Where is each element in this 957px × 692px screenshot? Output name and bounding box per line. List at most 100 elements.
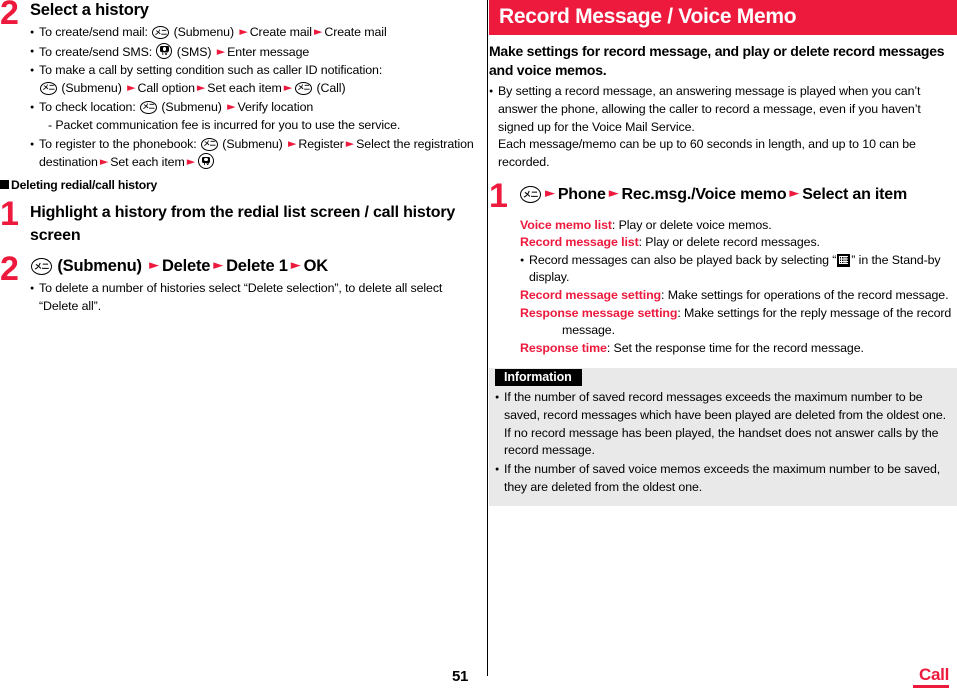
bullet-step-1: Enter message	[227, 44, 310, 59]
submenu-key-icon: メニ	[40, 81, 57, 95]
option-record-message-list: Record message list: Play or delete reco…	[520, 234, 957, 252]
submenu-key-icon: メニ	[295, 81, 313, 95]
page-number: 51	[452, 668, 469, 685]
arrow-icon: ►	[313, 25, 323, 39]
column-divider	[487, 0, 488, 676]
bullet-text-continued: Each message/memo can be up to 60 second…	[498, 137, 916, 169]
arrow-icon: ►	[789, 186, 800, 202]
footer-chapter-bar	[913, 685, 949, 688]
step-number: 1	[489, 177, 508, 216]
step-title: メニ ► Phone ► Rec.msg./Voice memo ► Select an i…	[519, 183, 957, 206]
step-item-2: Delete 1	[226, 257, 288, 276]
bullet-text-prefix: To check location:	[39, 99, 140, 114]
bullet-tail-text: (Call)	[313, 80, 346, 95]
bullet-register-phonebook: To register to the phonebook: メニ (Submen…	[30, 136, 474, 172]
arrow-icon: ►	[290, 258, 301, 274]
arrow-icon: ►	[345, 136, 355, 150]
arrow-icon: ►	[149, 258, 159, 274]
option-desc: : Set the response time for the record m…	[606, 340, 864, 355]
option-desc: : Play or delete record messages.	[638, 235, 820, 250]
step-item-2: Rec.msg./Voice memo	[621, 186, 787, 204]
step2b-bullet-list: To delete a number of histories select “…	[30, 280, 474, 315]
bullet-sub-note: - Packet communication fee is incurred f…	[48, 118, 401, 133]
bullet-text-after-icon: (Submenu)	[218, 136, 287, 151]
camera-tv-key-icon: TV	[156, 42, 173, 59]
submenu-key-icon: メニ	[152, 26, 170, 40]
camera-tv-key-icon: TV	[198, 153, 215, 170]
step-title: Select a history	[30, 1, 149, 19]
option-desc: : Play or delete voice memos.	[611, 217, 772, 232]
arrow-icon: ►	[127, 80, 136, 94]
arrow-icon: ►	[186, 155, 196, 169]
step-number: 2	[0, 0, 19, 32]
section-title-bar: Record Message / Voice Memo	[489, 0, 957, 36]
bullet-text-prefix: To register to the phonebook:	[39, 136, 200, 151]
footer-chapter-tab: Call	[913, 666, 949, 688]
information-box: Information If the number of saved recor…	[489, 368, 957, 507]
bullet-step-1: Register	[298, 136, 344, 151]
step-number: 1	[0, 194, 19, 233]
bullet-create-send-mail: To create/send mail: メニ (Submenu) ►Creat…	[30, 24, 474, 42]
information-item: If the number of saved voice memos excee…	[495, 461, 949, 496]
footer-chapter-label: Call	[919, 665, 949, 684]
bullet-step-2: Set each item	[207, 80, 282, 95]
section-lead-text: Make settings for record message, and pl…	[489, 43, 945, 78]
arrow-icon: ►	[196, 80, 206, 94]
section-lead-bullets: By setting a record message, an answerin…	[489, 83, 957, 171]
bullet-delete-options: To delete a number of histories select “…	[30, 280, 474, 315]
arrow-icon: ►	[213, 258, 224, 274]
step2-bullet-list: To create/send mail: メニ (Submenu) ►Creat…	[30, 24, 474, 172]
arrow-icon: ►	[283, 80, 293, 94]
step-item-1: Phone	[557, 186, 606, 204]
bullet-text-after-icon: (Submenu)	[58, 80, 126, 95]
bullet-step-3: Set each item	[110, 155, 185, 170]
submenu-key-icon: メニ	[200, 137, 218, 151]
option-record-message-setting: Record message setting: Make settings fo…	[520, 287, 957, 305]
option-response-message-setting: Response message setting: Make settings …	[520, 305, 957, 340]
step-record-message-path: 1 メニ ► Phone ► Rec.msg./Voice memo ► Select an…	[489, 179, 957, 213]
option-name: Response time	[520, 340, 607, 355]
bullet-check-location: To check location: メニ (Submenu) ►Verify …	[30, 99, 474, 135]
option-response-time: Response time: Set the response time for…	[520, 340, 957, 358]
bullet-record-message-intro: By setting a record message, an answerin…	[489, 83, 957, 171]
note-text-before-icon: Record messages can also be played back …	[529, 252, 837, 267]
black-square-icon	[0, 180, 9, 190]
manual-page: 2 Select a history To create/send mail: …	[0, 0, 957, 692]
submenu-key-icon: メニ	[140, 100, 158, 114]
submenu-key-icon: メニ	[520, 186, 541, 204]
bullet-text: By setting a record message, an answerin…	[498, 84, 921, 134]
right-column: Record Message / Voice Memo Make setting…	[489, 0, 957, 650]
bullet-text-prefix: To create/send SMS:	[39, 44, 156, 59]
arrow-icon: ►	[288, 136, 297, 150]
option-name: Response message setting	[520, 305, 678, 320]
bullet-text-after-icon: (SMS)	[173, 44, 215, 59]
bullet-step-2: Create mail	[324, 25, 387, 40]
bullet-text-after-icon: (Submenu)	[158, 99, 226, 114]
step-lead-text: (Submenu)	[53, 257, 147, 276]
option-desc: : Make settings for operations of the re…	[661, 288, 949, 303]
arrow-icon: ►	[227, 99, 236, 113]
submenu-key-icon: メニ	[31, 258, 52, 276]
step-delete-history: 2 メニ (Submenu) ►Delete►Delete 1►OK To de…	[0, 252, 474, 315]
option-name: Record message setting	[520, 288, 662, 303]
bullet-make-call-condition: To make a call by setting condition such…	[30, 62, 474, 97]
subheading-label: Deleting redial/call history	[11, 177, 158, 192]
step-highlight-history: 1 Highlight a history from the redial li…	[0, 197, 474, 247]
bullet-text-after-icon: (Submenu)	[170, 25, 238, 40]
step-item-1: Delete	[161, 257, 211, 276]
option-list: Voice memo list: Play or delete voice me…	[489, 217, 957, 358]
option-name: Voice memo list	[520, 217, 612, 232]
step-item-3: OK	[303, 257, 329, 276]
left-column: 2 Select a history To create/send mail: …	[0, 0, 474, 650]
information-list: If the number of saved record messages e…	[489, 389, 957, 496]
information-title: Information	[495, 369, 582, 387]
arrow-icon: ►	[99, 155, 109, 169]
step-select-a-history: 2 Select a history To create/send mail: …	[0, 0, 474, 172]
arrow-icon: ►	[239, 25, 248, 39]
arrow-icon: ►	[545, 186, 555, 202]
option-name: Record message list	[520, 235, 639, 250]
step-number: 2	[0, 250, 19, 289]
option-note-standby-playback: Record messages can also be played back …	[520, 252, 957, 287]
step-title: Highlight a history from the redial list…	[30, 203, 456, 245]
option-voice-memo-list: Voice memo list: Play or delete voice me…	[520, 217, 957, 235]
